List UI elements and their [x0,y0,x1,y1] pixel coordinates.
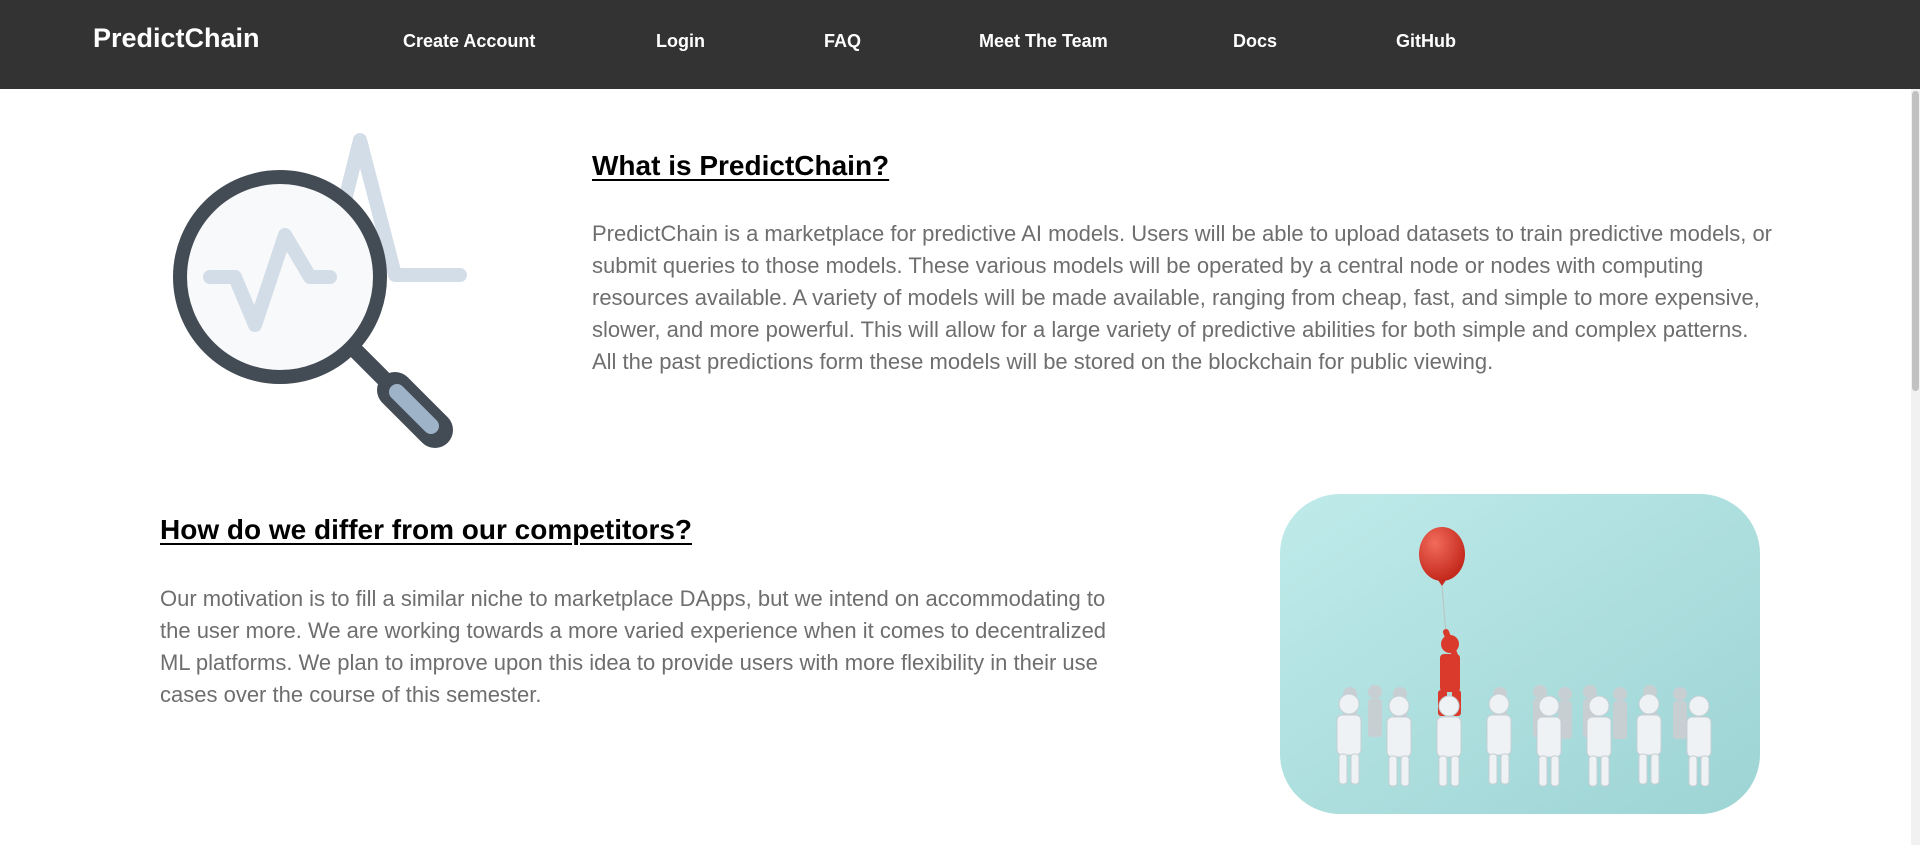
section-paragraph-what-is: PredictChain is a marketplace for predic… [592,221,1773,374]
nav-link-docs[interactable]: Docs [1233,31,1277,52]
nav-link-meet-the-team[interactable]: Meet The Team [979,31,1108,52]
navbar: PredictChain Create Account Login FAQ Me… [0,0,1920,89]
crowd-balloon-image [1280,494,1760,814]
magnifier-chart-illustration [173,133,467,448]
page-scrollbar[interactable] [1911,89,1920,845]
brand-logo-link[interactable]: PredictChain [93,23,260,54]
scrollbar-thumb[interactable] [1912,91,1919,391]
section-paragraph-differ: Our motivation is to fill a similar nich… [160,586,1107,707]
nav-link-github[interactable]: GitHub [1396,31,1456,52]
crowd-balloon-icon [1280,494,1760,814]
nav-link-faq[interactable]: FAQ [824,31,861,52]
nav-link-login[interactable]: Login [656,31,705,52]
section-heading-differ: How do we differ from our competitors? [160,514,693,545]
nav-link-create-account[interactable]: Create Account [403,31,535,52]
section-heading-what-is: What is PredictChain? [592,150,890,181]
